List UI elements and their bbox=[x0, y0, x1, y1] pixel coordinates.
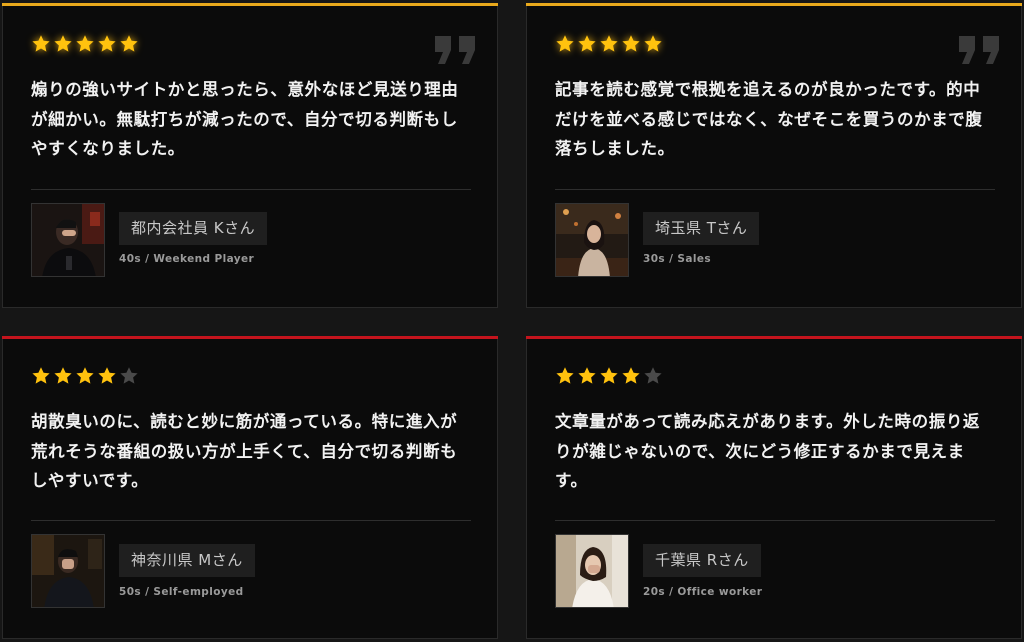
reviewer-name: 千葉県 Rさん bbox=[643, 544, 761, 577]
reviewer-meta: 20s / Office worker bbox=[643, 586, 763, 598]
review-text: 文章量があって読み応えがあります。外した時の振り返りが雑じゃないので、次にどう修… bbox=[555, 412, 981, 490]
star-rating bbox=[31, 366, 139, 386]
card-accent-bar bbox=[2, 3, 498, 6]
star-filled-icon bbox=[97, 34, 117, 54]
star-filled-icon bbox=[53, 366, 73, 386]
quote-icon bbox=[433, 32, 479, 66]
avatar bbox=[31, 203, 105, 277]
reviewer-name: 埼玉県 Tさん bbox=[643, 212, 760, 245]
star-filled-icon bbox=[31, 34, 51, 54]
review-text: 胡散臭いのに、読むと妙に筋が通っている。特に進入が荒れそうな番組の扱い方が上手く… bbox=[31, 412, 458, 490]
reviewer-name: 都内会社員 Kさん bbox=[119, 212, 268, 245]
divider bbox=[555, 189, 995, 190]
avatar bbox=[31, 534, 105, 608]
star-filled-icon bbox=[599, 366, 619, 386]
card-accent-bar bbox=[2, 336, 498, 339]
star-filled-icon bbox=[53, 34, 73, 54]
review-text: 煽りの強いサイトかと思ったら、意外なほど見送り理由が細かい。無駄打ちが減ったので… bbox=[31, 80, 459, 158]
person-photo-icon bbox=[556, 204, 628, 276]
avatar bbox=[555, 203, 629, 277]
star-rating bbox=[555, 366, 663, 386]
reviewer-meta: 50s / Self-employed bbox=[119, 586, 244, 598]
divider bbox=[31, 520, 471, 521]
star-filled-icon bbox=[577, 34, 597, 54]
star-filled-icon bbox=[621, 366, 641, 386]
star-filled-icon bbox=[577, 366, 597, 386]
star-rating bbox=[555, 34, 663, 54]
star-filled-icon bbox=[119, 34, 139, 54]
reviewer-meta: 40s / Weekend Player bbox=[119, 253, 255, 265]
star-filled-icon bbox=[75, 366, 95, 386]
star-empty-icon bbox=[119, 366, 139, 386]
reviewer-meta: 30s / Sales bbox=[643, 253, 712, 265]
testimonial-card: 文章量があって読み応えがあります。外した時の振り返りが雑じゃないので、次にどう修… bbox=[526, 336, 1022, 639]
star-filled-icon bbox=[643, 34, 663, 54]
avatar bbox=[555, 534, 629, 608]
star-filled-icon bbox=[97, 366, 117, 386]
testimonial-card: 胡散臭いのに、読むと妙に筋が通っている。特に進入が荒れそうな番組の扱い方が上手く… bbox=[2, 336, 498, 639]
person-photo-icon bbox=[32, 535, 104, 607]
testimonial-grid: 煽りの強いサイトかと思ったら、意外なほど見送り理由が細かい。無駄打ちが減ったので… bbox=[0, 0, 1024, 642]
testimonial-card: 記事を読む感覚で根拠を追えるのが良かったです。的中だけを並べる感じではなく、なぜ… bbox=[526, 3, 1022, 308]
star-empty-icon bbox=[643, 366, 663, 386]
divider bbox=[555, 520, 995, 521]
star-filled-icon bbox=[621, 34, 641, 54]
testimonial-card: 煽りの強いサイトかと思ったら、意外なほど見送り理由が細かい。無駄打ちが減ったので… bbox=[2, 3, 498, 308]
star-filled-icon bbox=[75, 34, 95, 54]
star-filled-icon bbox=[555, 366, 575, 386]
review-text: 記事を読む感覚で根拠を追えるのが良かったです。的中だけを並べる感じではなく、なぜ… bbox=[555, 80, 983, 158]
reviewer-name: 神奈川県 Mさん bbox=[119, 544, 255, 577]
star-filled-icon bbox=[31, 366, 51, 386]
star-filled-icon bbox=[555, 34, 575, 54]
star-rating bbox=[31, 34, 139, 54]
person-photo-icon bbox=[556, 535, 628, 607]
card-accent-bar bbox=[526, 3, 1022, 6]
quote-icon bbox=[957, 32, 1003, 66]
card-accent-bar bbox=[526, 336, 1022, 339]
person-photo-icon bbox=[32, 204, 104, 276]
star-filled-icon bbox=[599, 34, 619, 54]
divider bbox=[31, 189, 471, 190]
